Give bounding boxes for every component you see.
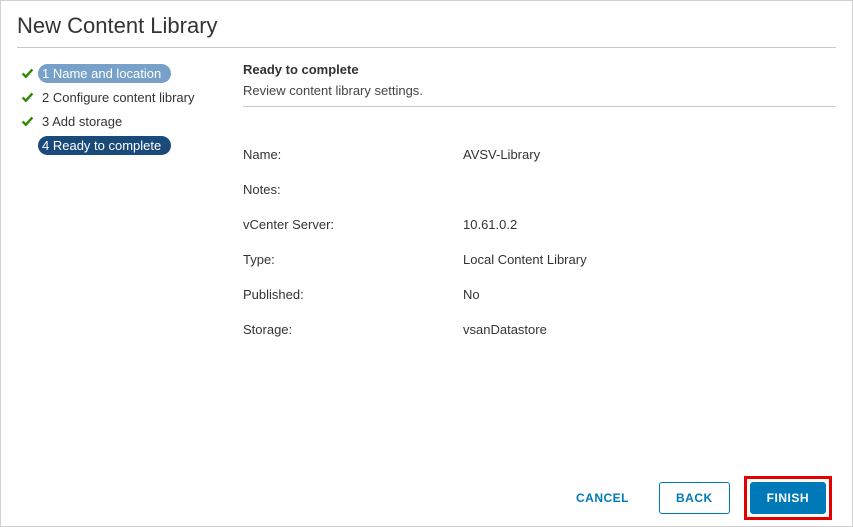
check-icon	[19, 89, 35, 105]
detail-row-storage: Storage: vsanDatastore	[243, 322, 836, 337]
empty-icon	[19, 137, 35, 153]
detail-label: vCenter Server:	[243, 217, 463, 232]
detail-row-type: Type: Local Content Library	[243, 252, 836, 267]
wizard-step-label: 2 Configure content library	[38, 88, 204, 107]
detail-value: Local Content Library	[463, 252, 587, 267]
section-divider	[243, 106, 836, 107]
detail-label: Published:	[243, 287, 463, 302]
check-icon	[19, 113, 35, 129]
wizard-step-label: 1 Name and location	[38, 64, 171, 83]
detail-label: Type:	[243, 252, 463, 267]
footer: CANCEL BACK FINISH	[1, 470, 852, 526]
detail-label: Storage:	[243, 322, 463, 337]
dialog-title: New Content Library	[1, 1, 852, 47]
detail-value: AVSV-Library	[463, 147, 540, 162]
wizard-step-label: 4 Ready to complete	[38, 136, 171, 155]
detail-row-vcenter: vCenter Server: 10.61.0.2	[243, 217, 836, 232]
wizard-step-configure[interactable]: 2 Configure content library	[17, 86, 217, 108]
finish-button[interactable]: FINISH	[750, 482, 826, 514]
detail-value: vsanDatastore	[463, 322, 547, 337]
detail-value: No	[463, 287, 480, 302]
wizard-step-storage[interactable]: 3 Add storage	[17, 110, 217, 132]
detail-row-published: Published: No	[243, 287, 836, 302]
section-subheading: Review content library settings.	[243, 83, 836, 98]
check-icon	[19, 65, 35, 81]
back-button[interactable]: BACK	[659, 482, 730, 514]
wizard-steps: 1 Name and location 2 Configure content …	[17, 58, 227, 357]
finish-highlight: FINISH	[744, 476, 832, 520]
detail-value: 10.61.0.2	[463, 217, 517, 232]
cancel-button[interactable]: CANCEL	[560, 483, 645, 513]
detail-label: Name:	[243, 147, 463, 162]
main-area: 1 Name and location 2 Configure content …	[1, 58, 852, 357]
wizard-step-ready[interactable]: 4 Ready to complete	[17, 134, 217, 156]
detail-label: Notes:	[243, 182, 463, 197]
detail-row-name: Name: AVSV-Library	[243, 147, 836, 162]
wizard-step-name-location[interactable]: 1 Name and location	[17, 62, 217, 84]
section-heading: Ready to complete	[243, 62, 836, 77]
detail-row-notes: Notes:	[243, 182, 836, 197]
wizard-step-label: 3 Add storage	[38, 112, 132, 131]
title-divider	[17, 47, 836, 48]
content-pane: Ready to complete Review content library…	[227, 58, 836, 357]
